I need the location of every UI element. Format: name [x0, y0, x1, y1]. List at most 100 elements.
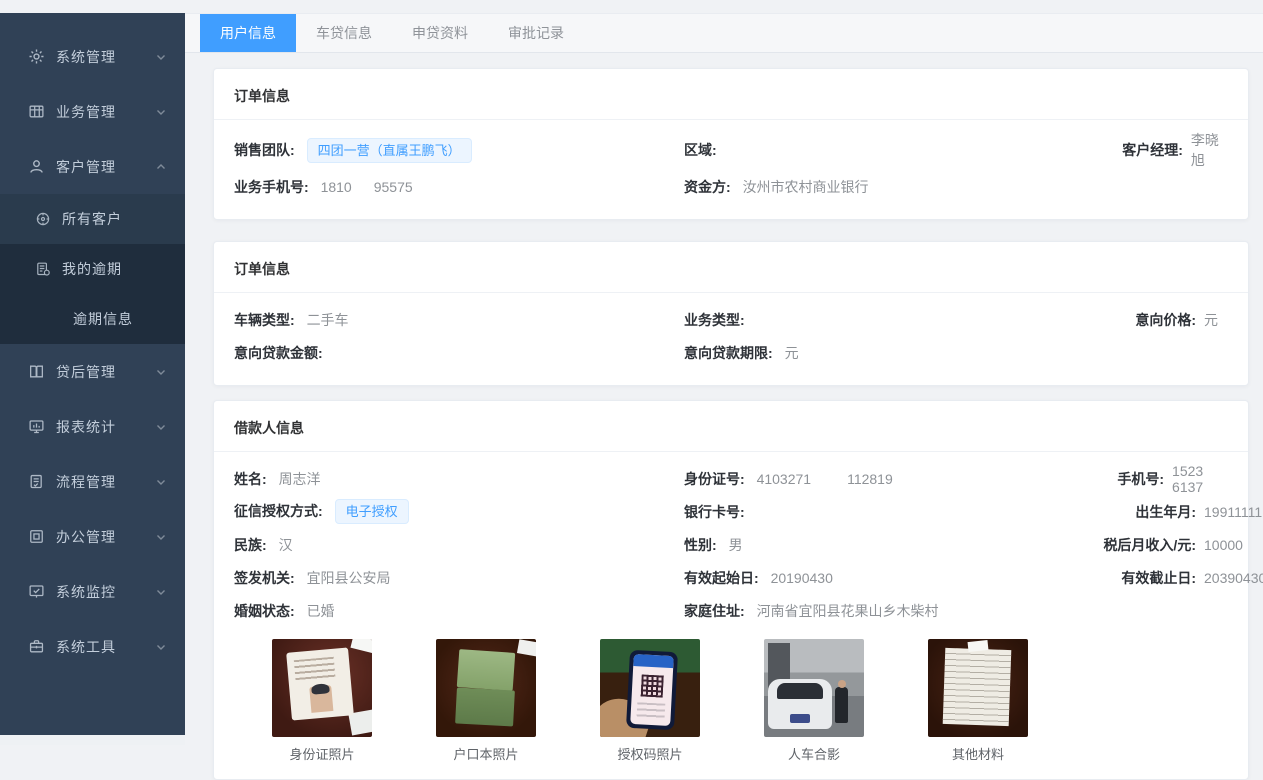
sidebar-item-business-management[interactable]: 业务管理	[0, 84, 185, 139]
monthly-income-label: 税后月收入/元:	[1084, 535, 1196, 555]
qr-phone-photo[interactable]	[600, 639, 700, 737]
list-item: 人车合影	[764, 639, 864, 763]
sales-team-label: 销售团队:	[234, 142, 295, 158]
birth-date-value: 19911111	[1204, 504, 1262, 520]
borrower-info-card: 借款人信息 姓名: 周志洋 身份证号: 4103271112819 手机号: 1…	[213, 400, 1249, 780]
sidebar-item-office-management[interactable]: 办公管理	[0, 509, 185, 564]
tab-user-info[interactable]: 用户信息	[200, 14, 296, 52]
gender-value: 男	[729, 537, 743, 553]
valid-from-label: 有效起始日:	[684, 570, 759, 586]
id-number-value: 4103271112819	[757, 471, 893, 487]
funder-label: 资金方:	[684, 179, 731, 195]
sidebar-item-postloan-management[interactable]: 贷后管理	[0, 344, 185, 399]
sidebar-item-system-tools[interactable]: 系统工具	[0, 619, 185, 674]
tab-loan-application-docs[interactable]: 申贷资料	[392, 14, 488, 52]
sidebar-item-label: 逾期信息	[73, 309, 133, 329]
id-card-photo[interactable]	[272, 639, 372, 737]
chevron-down-icon	[155, 51, 167, 63]
home-address-label: 家庭住址:	[684, 603, 745, 619]
region-label: 区域:	[684, 142, 717, 158]
mobile-label: 手机号:	[1084, 469, 1164, 489]
sidebar-item-all-customers[interactable]: 所有客户	[0, 194, 185, 244]
name-value: 周志洋	[279, 471, 321, 487]
sidebar-item-label: 办公管理	[56, 527, 116, 547]
green-booklet-photo[interactable]	[436, 639, 536, 737]
sidebar-item-label: 流程管理	[56, 472, 116, 492]
list-item: 授权码照片	[600, 639, 700, 763]
grid-icon	[28, 103, 45, 120]
marital-status-value: 已婚	[307, 603, 335, 619]
sidebar-item-overdue-info[interactable]: 逾期信息	[0, 294, 185, 344]
card-title: 借款人信息	[214, 401, 1248, 452]
photo-caption: 授权码照片	[600, 744, 700, 763]
document-photo[interactable]	[928, 639, 1028, 737]
sidebar-item-process-management[interactable]: 流程管理	[0, 454, 185, 509]
issuing-authority-value: 宜阳县公安局	[307, 570, 391, 586]
user-icon	[28, 158, 45, 175]
chevron-down-icon	[155, 531, 167, 543]
order-info-card-1: 订单信息 销售团队: 四团一营（直属王鹏飞） 区域: 客户经理: 李晓旭 业务手	[213, 68, 1249, 220]
sidebar-item-system-management[interactable]: 系统管理	[0, 29, 185, 84]
chevron-down-icon	[155, 366, 167, 378]
redaction-box	[811, 471, 847, 486]
toolbox-icon	[28, 638, 45, 655]
sidebar-item-label: 报表统计	[56, 417, 116, 437]
marital-status-label: 婚姻状态:	[234, 603, 295, 619]
monthly-income-value: 10000	[1204, 537, 1243, 553]
valid-from-value: 20190430	[771, 570, 833, 586]
home-address-value: 河南省宜阳县花果山乡木柴村	[757, 603, 939, 619]
issuing-authority-label: 签发机关:	[234, 570, 295, 586]
sidebar: 系统管理 业务管理 客户管理 所有客户 我的逾期 逾期信息	[0, 13, 185, 735]
photo-caption: 人车合影	[764, 744, 864, 763]
photo-caption: 身份证照片	[272, 744, 372, 763]
sidebar-item-system-monitor[interactable]: 系统监控	[0, 564, 185, 619]
sales-team-tag[interactable]: 四团一营（直属王鹏飞）	[307, 138, 472, 163]
ethnicity-label: 民族:	[234, 537, 267, 553]
sidebar-bottom-strip	[0, 735, 185, 745]
office-icon	[28, 528, 45, 545]
sidebar-item-report-statistics[interactable]: 报表统计	[0, 399, 185, 454]
customer-management-submenu: 所有客户 我的逾期 逾期信息	[0, 194, 185, 344]
ethnicity-value: 汉	[279, 537, 293, 553]
sidebar-item-customer-management[interactable]: 客户管理	[0, 139, 185, 194]
sidebar-item-label: 我的逾期	[62, 259, 122, 279]
business-phone-value: 181095575	[321, 179, 413, 195]
valid-to-label: 有效截止日:	[1084, 568, 1196, 588]
account-manager-label: 客户经理:	[1084, 140, 1183, 160]
photo-caption: 其他材料	[928, 744, 1028, 763]
bank-card-label: 银行卡号:	[684, 504, 745, 520]
overdue-doc-icon	[35, 261, 51, 277]
sidebar-item-my-overdue[interactable]: 我的逾期	[0, 244, 185, 294]
intent-price-label: 意向价格:	[1084, 310, 1196, 330]
birth-date-label: 出生年月:	[1084, 502, 1196, 522]
id-number-label: 身份证号:	[684, 471, 745, 487]
book-icon	[28, 363, 45, 380]
main-content: 用户信息 车贷信息 申贷资料 审批记录 订单信息 销售团队: 四团一营（直属王鹏…	[185, 13, 1263, 745]
vehicle-type-label: 车辆类型:	[234, 312, 295, 328]
sidebar-item-label: 客户管理	[56, 157, 116, 177]
list-item: 户口本照片	[436, 639, 536, 763]
monitor-icon	[28, 418, 45, 435]
chevron-down-icon	[155, 106, 167, 118]
credit-auth-label: 征信授权方式:	[234, 503, 323, 519]
list-item: 其他材料	[928, 639, 1028, 763]
sidebar-item-label: 系统管理	[56, 47, 116, 67]
list-item: 身份证照片	[272, 639, 372, 763]
sidebar-item-label: 所有客户	[62, 209, 122, 229]
monitor-check-icon	[28, 583, 45, 600]
tab-approval-records[interactable]: 审批记录	[488, 14, 584, 52]
chevron-down-icon	[155, 421, 167, 433]
gear-icon	[28, 48, 45, 65]
order-info-card-2: 订单信息 车辆类型: 二手车 业务类型: 意向价格: 元 意向贷款金额:	[213, 241, 1249, 386]
chevron-down-icon	[155, 641, 167, 653]
sidebar-item-label: 系统工具	[56, 637, 116, 657]
mobile-value: 15236137	[1172, 463, 1235, 495]
person-car-photo[interactable]	[764, 639, 864, 737]
tab-car-loan-info[interactable]: 车贷信息	[296, 14, 392, 52]
intent-loan-term-value: 元	[785, 345, 799, 361]
account-manager-value: 李晓旭	[1191, 130, 1228, 170]
sidebar-item-label: 业务管理	[56, 102, 116, 122]
intent-loan-term-label: 意向贷款期限:	[684, 345, 773, 361]
sidebar-item-label: 系统监控	[56, 582, 116, 602]
chevron-up-icon	[155, 161, 167, 173]
